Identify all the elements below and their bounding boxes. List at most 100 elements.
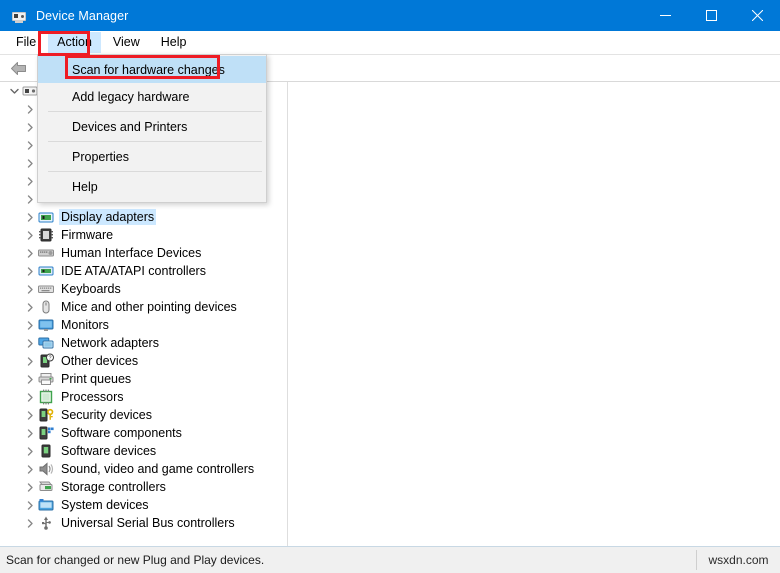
processor-icon <box>38 389 55 405</box>
software-device-icon <box>38 443 55 459</box>
list-item[interactable]: Security devices <box>0 406 287 424</box>
menu-view[interactable]: View <box>104 32 149 53</box>
chevron-right-icon[interactable] <box>22 425 38 441</box>
chevron-right-icon[interactable] <box>22 101 38 117</box>
chevron-right-icon[interactable] <box>22 479 38 495</box>
printer-icon <box>38 371 55 387</box>
keyboard-icon <box>38 281 55 297</box>
menu-separator <box>48 111 262 112</box>
list-item-label: Universal Serial Bus controllers <box>61 516 235 530</box>
system-device-icon <box>38 497 55 513</box>
chevron-right-icon[interactable] <box>22 407 38 423</box>
chevron-right-icon[interactable] <box>22 317 38 333</box>
chevron-right-icon[interactable] <box>22 191 38 207</box>
security-device-icon <box>38 407 55 423</box>
status-message: Scan for changed or new Plug and Play de… <box>6 553 265 567</box>
action-dropdown-menu[interactable]: Scan for hardware changes Add legacy hard… <box>37 54 267 203</box>
list-item[interactable]: IDE ATA/ATAPI controllers <box>0 262 287 280</box>
storage-controller-icon <box>38 479 55 495</box>
menu-action[interactable]: Action <box>48 32 101 53</box>
monitor-icon <box>38 317 55 333</box>
ide-controller-icon <box>38 263 55 279</box>
list-item[interactable]: Sound, video and game controllers <box>0 460 287 478</box>
list-item[interactable]: Monitors <box>0 316 287 334</box>
list-item[interactable]: Software devices <box>0 442 287 460</box>
chevron-right-icon[interactable] <box>22 515 38 531</box>
device-manager-window: Device Manager File Action View Help Dis… <box>0 0 780 573</box>
chevron-down-icon[interactable] <box>6 83 22 99</box>
chevron-right-icon[interactable] <box>22 263 38 279</box>
mouse-icon <box>38 299 55 315</box>
list-item[interactable]: Print queues <box>0 370 287 388</box>
svg-text:?: ? <box>49 356 52 362</box>
list-item-label: Processors <box>61 390 124 404</box>
chevron-right-icon[interactable] <box>22 137 38 153</box>
chevron-right-icon[interactable] <box>22 335 38 351</box>
chevron-right-icon[interactable] <box>22 443 38 459</box>
back-arrow-icon[interactable] <box>8 58 28 78</box>
list-item-label: Other devices <box>61 354 139 368</box>
chevron-right-icon[interactable] <box>22 353 38 369</box>
list-item[interactable]: Mice and other pointing devices <box>0 298 287 316</box>
list-item-label: Keyboards <box>61 282 121 296</box>
list-item[interactable]: Display adapters <box>0 208 287 226</box>
chevron-right-icon[interactable] <box>22 245 38 261</box>
chevron-right-icon[interactable] <box>22 155 38 171</box>
status-bar: Scan for changed or new Plug and Play de… <box>0 546 780 573</box>
list-item-label: Software components <box>61 426 182 440</box>
menu-item-add-legacy-hardware[interactable]: Add legacy hardware <box>38 83 266 110</box>
menu-item-scan-for-hardware-changes[interactable]: Scan for hardware changes <box>38 56 266 83</box>
chevron-right-icon[interactable] <box>22 389 38 405</box>
firmware-icon <box>38 227 55 243</box>
list-item-label: Firmware <box>61 228 114 242</box>
list-item-label: Print queues <box>61 372 132 386</box>
menu-item-devices-and-printers[interactable]: Devices and Printers <box>38 113 266 140</box>
chevron-right-icon[interactable] <box>22 119 38 135</box>
list-item-label: Storage controllers <box>61 480 166 494</box>
usb-controller-icon <box>38 515 55 531</box>
chevron-right-icon[interactable] <box>22 461 38 477</box>
network-adapter-icon <box>38 335 55 351</box>
list-item[interactable]: ? Other devices <box>0 352 287 370</box>
chevron-right-icon[interactable] <box>22 497 38 513</box>
list-item[interactable]: Universal Serial Bus controllers <box>0 514 287 532</box>
chevron-right-icon[interactable] <box>22 299 38 315</box>
menu-bar: File Action View Help <box>0 31 780 55</box>
software-component-icon <box>38 425 55 441</box>
list-item-label: Sound, video and game controllers <box>61 462 255 476</box>
list-item[interactable]: Firmware <box>0 226 287 244</box>
chevron-right-icon[interactable] <box>22 281 38 297</box>
list-item[interactable]: Human Interface Devices <box>0 244 287 262</box>
list-item-label: Network adapters <box>61 336 159 350</box>
list-item-label: Display adapters <box>59 209 157 225</box>
menu-item-properties[interactable]: Properties <box>38 143 266 170</box>
minimize-icon[interactable] <box>642 0 688 31</box>
window-title: Device Manager <box>36 8 129 23</box>
chevron-right-icon[interactable] <box>22 209 38 225</box>
hid-icon <box>38 245 55 261</box>
menu-item-help[interactable]: Help <box>38 173 266 200</box>
list-item[interactable]: System devices <box>0 496 287 514</box>
chevron-right-icon[interactable] <box>22 173 38 189</box>
status-watermark: wsxdn.com <box>708 553 769 567</box>
close-icon[interactable] <box>734 0 780 31</box>
list-item[interactable]: Keyboards <box>0 280 287 298</box>
menu-help[interactable]: Help <box>152 32 196 53</box>
menu-file[interactable]: File <box>7 32 45 53</box>
maximize-icon[interactable] <box>688 0 734 31</box>
menu-separator <box>48 141 262 142</box>
list-item-label: Human Interface Devices <box>61 246 202 260</box>
list-item[interactable]: Storage controllers <box>0 478 287 496</box>
device-manager-icon <box>11 8 27 24</box>
list-item[interactable]: Network adapters <box>0 334 287 352</box>
list-item-label: Security devices <box>61 408 153 422</box>
pane-divider[interactable] <box>287 82 288 546</box>
title-bar[interactable]: Device Manager <box>0 0 780 31</box>
list-item-label: System devices <box>61 498 149 512</box>
chevron-right-icon[interactable] <box>22 227 38 243</box>
window-controls <box>642 0 780 31</box>
list-item[interactable]: Software components <box>0 424 287 442</box>
display-adapter-icon <box>38 209 55 225</box>
chevron-right-icon[interactable] <box>22 371 38 387</box>
list-item[interactable]: Processors <box>0 388 287 406</box>
